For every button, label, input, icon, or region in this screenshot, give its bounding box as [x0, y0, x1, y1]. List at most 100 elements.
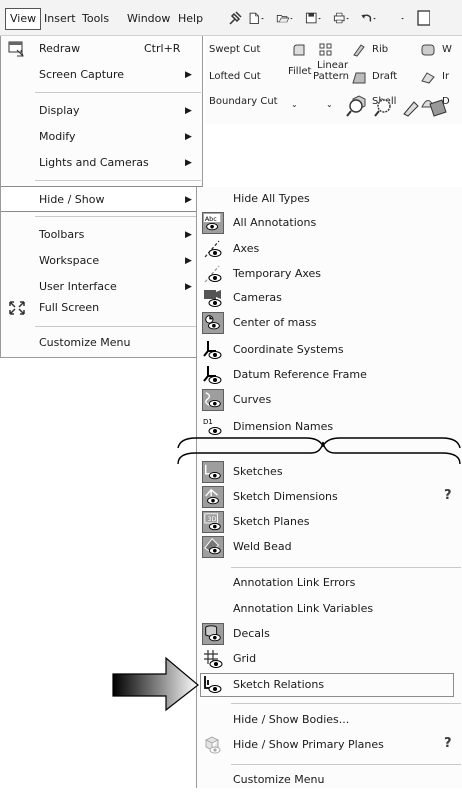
menu-item-temporary-axes[interactable]: Temporary Axes	[197, 262, 462, 286]
menu-item-label: Workspace	[39, 254, 100, 267]
fillet-icon[interactable]	[291, 42, 307, 58]
menu-item-label: Full Screen	[39, 301, 100, 314]
section-view-icon[interactable]	[429, 99, 447, 117]
undo-icon[interactable]	[360, 8, 378, 28]
menu-item-modify[interactable]: Modify ▶	[1, 124, 202, 150]
menu-item-hide-show-primary-planes[interactable]: Hide / Show Primary Planes ?	[197, 733, 462, 757]
menu-separator	[35, 326, 201, 327]
menu-item-redraw[interactable]: Redraw Ctrl+R	[1, 36, 202, 62]
menu-item-cameras[interactable]: Cameras	[197, 286, 462, 310]
open-folder-icon[interactable]	[276, 8, 294, 28]
new-document-icon[interactable]	[248, 8, 266, 28]
fillet-label[interactable]: Fillet	[288, 66, 311, 77]
menu-item-customize-menu[interactable]: Customize Menu	[197, 768, 462, 792]
menu-item-axes[interactable]: Axes	[197, 237, 462, 261]
print-icon[interactable]	[333, 8, 351, 28]
menu-tools[interactable]: Tools	[82, 10, 109, 28]
menu-item-annotation-link-variables[interactable]: Annotation Link Variables	[197, 597, 462, 621]
intersect-icon[interactable]	[420, 69, 436, 85]
hide-show-submenu: Hide All Types Abc All Annotations Axes	[196, 187, 462, 788]
curves-icon	[202, 389, 224, 411]
wrap-label-clipped[interactable]: W	[442, 44, 452, 55]
menu-item-grid[interactable]: Grid	[197, 647, 462, 671]
rib-label[interactable]: Rib	[372, 44, 388, 55]
menu-item-display[interactable]: Display ▶	[1, 98, 202, 124]
pin-icon[interactable]	[226, 8, 244, 28]
menu-item-label: Annotation Link Errors	[233, 576, 356, 589]
menu-item-label: Weld Bead	[233, 540, 292, 553]
menu-item-toolbars[interactable]: Toolbars ▶	[1, 222, 202, 248]
menu-item-hide-show-bodies[interactable]: Hide / Show Bodies...	[197, 708, 462, 732]
menu-item-customize-menu[interactable]: Customize Menu	[1, 330, 202, 356]
grid-icon	[204, 650, 223, 668]
omitted-items-brace-top	[177, 437, 461, 449]
sketch-dimensions-icon	[202, 486, 224, 508]
abc-icon-text: Abc	[205, 216, 217, 223]
menu-item-coordinate-systems[interactable]: Coordinate Systems	[197, 338, 462, 362]
swept-cut-label[interactable]: Swept Cut	[209, 44, 260, 55]
menu-insert[interactable]: Insert	[44, 10, 76, 28]
draft-icon[interactable]	[351, 69, 367, 85]
menu-item-workspace[interactable]: Workspace ▶	[1, 248, 202, 274]
menu-item-decals[interactable]: Decals	[197, 622, 462, 646]
coordinate-systems-icon	[203, 341, 222, 359]
submenu-arrow-icon: ▶	[185, 106, 192, 116]
submenu-arrow-icon: ▶	[185, 132, 192, 142]
menu-item-hide-show[interactable]: Hide / Show ▶	[1, 186, 202, 212]
menu-item-sketch-planes[interactable]: 3D Sketch Planes	[197, 510, 462, 534]
decals-icon	[202, 623, 224, 645]
save-icon[interactable]	[305, 8, 323, 28]
menu-item-label: Display	[39, 104, 80, 117]
boundary-cut-label[interactable]: Boundary Cut	[209, 96, 278, 107]
pointer-arrow	[112, 656, 199, 712]
menu-separator	[35, 216, 201, 217]
menu-item-annotation-link-errors[interactable]: Annotation Link Errors	[197, 571, 462, 595]
menu-item-label: Screen Capture	[39, 68, 125, 81]
draft-label[interactable]: Draft	[372, 71, 397, 82]
datum-reference-frame-icon	[203, 366, 222, 384]
select-icon-clipped[interactable]	[412, 8, 430, 28]
linear-pattern-label-1[interactable]: Linear	[317, 60, 348, 71]
shortcut-label: Ctrl+R	[144, 42, 181, 55]
help-icon[interactable]: ?	[444, 488, 452, 503]
zoom-to-fit-icon[interactable]	[346, 99, 363, 117]
menu-item-weld-bead[interactable]: Weld Bead	[197, 535, 462, 559]
select-icon[interactable]	[388, 8, 406, 28]
menu-window[interactable]: Window	[127, 10, 170, 28]
previous-view-icon[interactable]	[403, 101, 419, 117]
menu-item-datum-reference-frame[interactable]: Datum Reference Frame	[197, 363, 462, 387]
menu-item-full-screen[interactable]: Full Screen	[1, 295, 202, 321]
intersect-label-clipped[interactable]: Ir	[442, 71, 449, 82]
sketch-planes-icon: 3D	[202, 511, 224, 533]
submenu-arrow-icon: ▶	[185, 70, 192, 80]
dimension-names-icon: D1	[203, 418, 222, 435]
fillet-dropdown-icon[interactable]: ⌄	[291, 100, 298, 109]
menu-item-curves[interactable]: Curves	[197, 388, 462, 412]
linear-pattern-label-2[interactable]: Pattern	[313, 71, 349, 82]
rib-icon[interactable]	[351, 42, 367, 58]
menu-item-label: Redraw	[39, 42, 81, 55]
primary-planes-icon	[204, 736, 221, 754]
zoom-to-area-icon[interactable]	[374, 99, 391, 117]
menu-item-label: Cameras	[233, 291, 282, 304]
weld-bead-icon	[202, 536, 224, 558]
menu-separator	[35, 92, 201, 93]
help-icon[interactable]: ?	[444, 736, 452, 751]
menu-item-label: Curves	[233, 393, 272, 406]
submenu-arrow-icon: ▶	[185, 195, 192, 205]
menu-item-label: Annotation Link Variables	[233, 602, 374, 615]
menu-item-lights-and-cameras[interactable]: Lights and Cameras ▶	[1, 150, 202, 176]
menu-item-label: Customize Menu	[39, 336, 131, 349]
menu-item-center-of-mass[interactable]: Center of mass	[197, 311, 462, 335]
menu-view[interactable]: View	[5, 8, 42, 30]
menu-item-hide-all-types[interactable]: Hide All Types	[197, 187, 462, 211]
heads-up-view-toolbar	[346, 99, 447, 117]
menu-item-screen-capture[interactable]: Screen Capture ▶	[1, 62, 202, 88]
pattern-dropdown-icon[interactable]: ⌄	[326, 100, 333, 109]
menu-item-all-annotations[interactable]: Abc All Annotations	[197, 211, 462, 235]
lofted-cut-label[interactable]: Lofted Cut	[209, 71, 261, 82]
linear-pattern-icon[interactable]	[318, 42, 334, 58]
menu-help[interactable]: Help	[178, 10, 203, 28]
menu-item-sketch-dimensions[interactable]: Sketch Dimensions ?	[197, 485, 462, 509]
wrap-icon[interactable]	[420, 42, 436, 58]
